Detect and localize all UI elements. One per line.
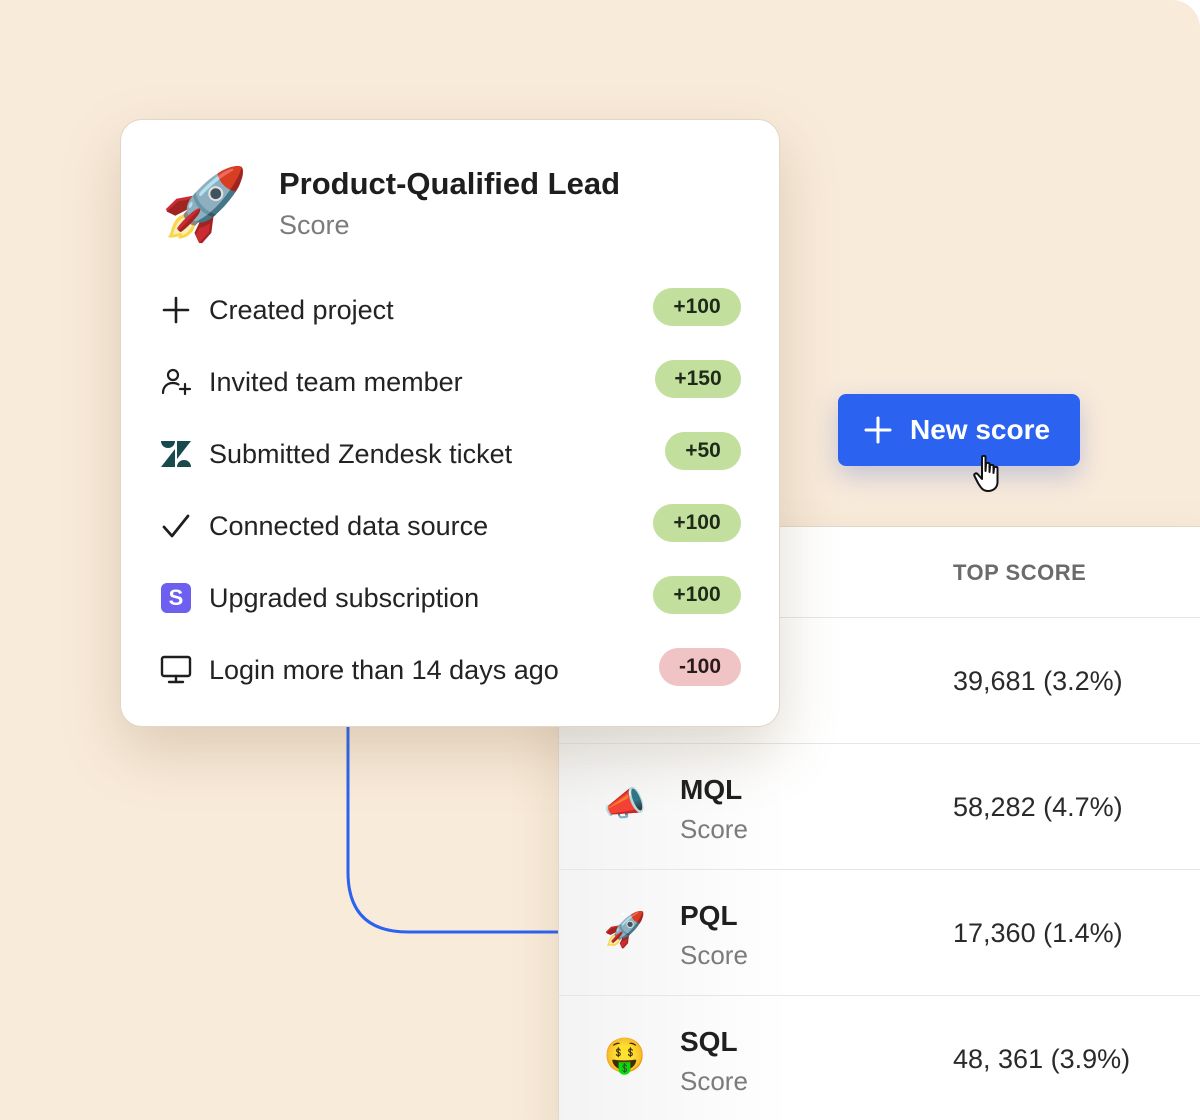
canvas: TOP SCORE 39,681 (3.2%) 📣 MQL Score 58,2… <box>0 0 1200 1120</box>
row-top-score: 48, 361 (3.9%) <box>953 1044 1131 1074</box>
table-row[interactable]: 🚀 PQL Score 17,360 (1.4%) <box>559 870 1200 996</box>
card-subtitle: Score <box>279 210 350 240</box>
top-score-header: TOP SCORE <box>953 560 1087 585</box>
row-sub: Score <box>680 814 748 844</box>
rule-label: Invited team member <box>209 367 463 397</box>
points-badge: +100 <box>653 576 741 614</box>
zendesk-icon <box>159 439 193 469</box>
plus-icon <box>159 295 193 325</box>
rule-upgraded-subscription[interactable]: S Upgraded subscription +100 <box>159 576 741 620</box>
rule-label: Connected data source <box>209 511 489 541</box>
row-name: PQL <box>680 900 738 931</box>
table-row[interactable]: 📣 MQL Score 58,282 (4.7%) <box>559 744 1200 870</box>
rocket-icon: 🚀 <box>603 911 647 949</box>
rule-invited-team-member[interactable]: Invited team member +150 <box>159 360 741 404</box>
rule-label: Upgraded subscription <box>209 583 480 613</box>
rule-connected-data-source[interactable]: Connected data source +100 <box>159 504 741 548</box>
card-title: Product-Qualified Lead <box>279 166 621 201</box>
rule-created-project[interactable]: Created project +100 <box>159 288 741 332</box>
new-score-label: New score <box>910 414 1051 445</box>
plus-icon <box>864 416 892 444</box>
rule-label: Login more than 14 days ago <box>209 655 559 685</box>
row-name: MQL <box>680 774 743 805</box>
row-top-score: 17,360 (1.4%) <box>953 918 1123 948</box>
row-sub: Score <box>680 940 748 970</box>
stripe-icon: S <box>159 583 193 613</box>
pql-score-card: 🚀 Product-Qualified Lead Score Created p… <box>120 119 780 727</box>
points-badge: +100 <box>653 288 741 326</box>
stripe-letter: S <box>161 583 191 613</box>
megaphone-icon: 📣 <box>603 785 647 823</box>
rule-label: Submitted Zendesk ticket <box>209 439 513 469</box>
points-badge: +50 <box>665 432 741 470</box>
new-score-button[interactable]: New score <box>838 394 1080 466</box>
table-row[interactable]: 🤑 SQL Score 48, 361 (3.9%) <box>559 996 1200 1120</box>
row-name: SQL <box>680 1026 738 1057</box>
points-badge: +100 <box>653 504 741 542</box>
rule-submitted-zendesk-ticket[interactable]: Submitted Zendesk ticket +50 <box>159 432 741 476</box>
row-sub: Score <box>680 1066 748 1096</box>
row-top-score: 39,681 (3.2%) <box>953 666 1123 696</box>
points-badge: +150 <box>655 360 741 398</box>
hand-cursor-icon <box>973 454 999 492</box>
points-badge: -100 <box>659 648 741 686</box>
user-plus-icon <box>159 367 193 397</box>
money-face-icon: 🤑 <box>603 1037 647 1075</box>
rocket-icon: 🚀 <box>161 165 249 243</box>
rule-login-more-than-14-days-ago[interactable]: Login more than 14 days ago -100 <box>159 648 741 692</box>
rule-label: Created project <box>209 295 394 325</box>
checkmark-icon <box>159 511 193 541</box>
monitor-icon <box>159 655 193 685</box>
row-top-score: 58,282 (4.7%) <box>953 792 1123 822</box>
